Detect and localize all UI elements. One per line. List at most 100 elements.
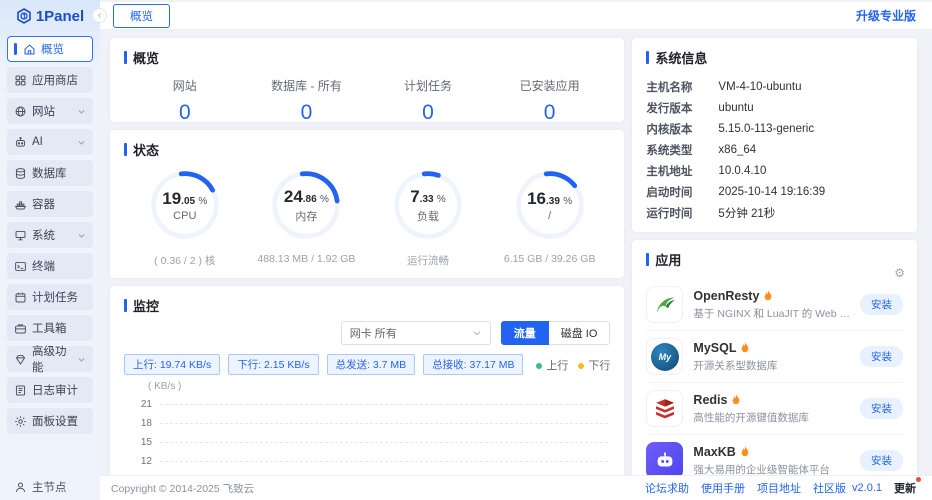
stat-value[interactable]: 0 — [367, 101, 489, 125]
stat-label: 计划任务 — [367, 77, 489, 94]
install-button[interactable]: 安装 — [860, 450, 903, 471]
system-info-title: 系统信息 — [646, 48, 903, 67]
footer: Copyright © 2014-2025 飞致云 论坛求助 使用手册 项目地址… — [100, 475, 932, 500]
gauge-sub: 488.13 MB / 1.92 GB — [257, 253, 355, 265]
gauge-sub: 6.15 GB / 39.26 GB — [504, 253, 596, 265]
status-card: 状态 19.05 % CPU ( 0.36 / 2 ) 核 — [110, 130, 624, 278]
gem-icon — [14, 353, 27, 366]
legend-up[interactable]: 上行 — [536, 357, 568, 373]
sysinfo-row-host-address: 主机地址10.0.4.10 — [646, 160, 903, 181]
update-notification-dot — [916, 477, 921, 482]
app-row-mysql[interactable]: My MySQL 开源关系型数据库 安装 — [646, 331, 903, 383]
stat-value[interactable]: 0 — [124, 101, 246, 125]
stat-label: 数据库 - 所有 — [246, 77, 368, 94]
status-title: 状态 — [124, 140, 610, 159]
sysinfo-row-boot-time: 启动时间2025-10-14 19:16:39 — [646, 181, 903, 202]
sysinfo-row-hostname: 主机名称VM-4-10-ubuntu — [646, 76, 903, 97]
sidebar-item-label: 系统 — [32, 227, 55, 243]
sidebar: 1Panel 概览 应用商店 网站 AI 数据库 — [0, 0, 100, 500]
terminal-icon — [14, 260, 27, 273]
traffic-chart: ( KB/s ) 21 18 15 12 9 — [124, 383, 610, 475]
openresty-icon — [646, 286, 683, 323]
forum-help-link[interactable]: 论坛求助 — [645, 480, 689, 496]
calendar-icon — [14, 291, 27, 304]
hot-flame-icon — [740, 342, 750, 354]
overview-card: 概览 网站 0 数据库 - 所有 0 计划任务 0 已安装应 — [110, 38, 624, 122]
ai-icon — [14, 136, 27, 149]
legend-down[interactable]: 下行 — [578, 357, 610, 373]
gear-icon — [14, 415, 27, 428]
app-row-openresty[interactable]: OpenResty 基于 NGINX 和 LuaJIT 的 Web 平台 安装 — [646, 279, 903, 331]
user-icon — [14, 481, 27, 494]
toolbox-icon — [14, 322, 27, 335]
master-node-button[interactable]: 主节点 — [0, 474, 100, 500]
sidebar-item-appstore[interactable]: 应用商店 — [7, 67, 93, 93]
sidebar-item-container[interactable]: 容器 — [7, 191, 93, 217]
sidebar-item-label: 面板设置 — [32, 413, 78, 429]
sidebar-item-label: 高级功能 — [32, 343, 72, 375]
chevron-down-icon — [472, 328, 482, 338]
stat-value[interactable]: 0 — [246, 101, 368, 125]
app-row-redis[interactable]: Redis 高性能的开源键值数据库 安装 — [646, 383, 903, 435]
total-received-tag: 总接收: 37.17 MB — [423, 354, 523, 375]
nic-select-value: 网卡 所有 — [350, 325, 397, 341]
total-sent-tag: 总发送: 3.7 MB — [327, 354, 416, 375]
apps-settings-gear-icon[interactable]: ⚙ — [894, 266, 905, 280]
sidebar-item-cronjob[interactable]: 计划任务 — [7, 284, 93, 310]
disk-io-tab-button[interactable]: 磁盘 IO — [549, 321, 611, 345]
sidebar-item-label: 概览 — [41, 41, 64, 57]
sidebar-item-label: 应用商店 — [32, 72, 78, 88]
apps-title: 应用 — [646, 250, 903, 269]
system-info-card: 系统信息 主机名称VM-4-10-ubuntu 发行版本ubuntu 内核版本5… — [632, 38, 917, 232]
sidebar-item-system[interactable]: 系统 — [7, 222, 93, 248]
brand-logo[interactable]: 1Panel — [0, 0, 100, 32]
stat-label: 已安装应用 — [489, 77, 611, 94]
stat-value[interactable]: 0 — [489, 101, 611, 125]
sidebar-item-label: 容器 — [32, 196, 55, 212]
mysql-icon: My — [646, 338, 683, 375]
sidebar-item-terminal[interactable]: 终端 — [7, 253, 93, 279]
install-button[interactable]: 安装 — [860, 346, 903, 367]
overview-stats: 网站 0 数据库 - 所有 0 计划任务 0 已安装应用 0 — [124, 77, 610, 125]
upgrade-pro-link[interactable]: 升级专业版 — [856, 7, 916, 24]
maxkb-icon — [646, 442, 683, 475]
sysinfo-row-kernel: 内核版本5.15.0-113-generic — [646, 118, 903, 139]
sidebar-item-advanced[interactable]: 高级功能 — [7, 346, 93, 372]
user-manual-link[interactable]: 使用手册 — [701, 480, 745, 496]
sidebar-item-settings[interactable]: 面板设置 — [7, 408, 93, 434]
sidebar-item-website[interactable]: 网站 — [7, 98, 93, 124]
database-icon — [14, 167, 27, 180]
update-link[interactable]: 更新 — [894, 483, 916, 495]
sidebar-item-ai[interactable]: AI — [7, 129, 93, 155]
stat-databases: 数据库 - 所有 0 — [246, 77, 368, 125]
gauge-load: 7.33 % 负载 运行流畅 — [367, 167, 489, 268]
version-label: v2.0.1 — [852, 482, 882, 494]
traffic-tab-button[interactable]: 流量 — [501, 321, 549, 345]
sidebar-item-label: 网站 — [32, 103, 55, 119]
gauge-memory: 24.86 % 内存 488.13 MB / 1.92 GB — [246, 167, 368, 268]
app-row-maxkb[interactable]: MaxKB 强大易用的企业级智能体平台 安装 — [646, 435, 903, 475]
sidebar-menu: 概览 应用商店 网站 AI 数据库 容器 — [0, 32, 100, 434]
hot-flame-icon — [740, 446, 750, 458]
chevron-down-icon — [77, 107, 86, 116]
sidebar-item-overview[interactable]: 概览 — [7, 36, 93, 62]
project-repo-link[interactable]: 项目地址 — [757, 480, 801, 496]
downlink-tag: 下行: 2.15 KB/s — [228, 354, 318, 375]
tab-overview[interactable]: 概览 — [113, 4, 170, 28]
community-edition-link[interactable]: 社区版 — [813, 480, 846, 496]
sidebar-collapse-button[interactable]: ‹ — [92, 8, 107, 23]
container-ship-icon — [14, 198, 27, 211]
install-button[interactable]: 安装 — [860, 294, 903, 315]
uplink-tag: 上行: 19.74 KB/s — [124, 354, 220, 375]
stat-websites: 网站 0 — [124, 77, 246, 125]
install-button[interactable]: 安装 — [860, 398, 903, 419]
nic-select[interactable]: 网卡 所有 — [341, 321, 491, 345]
gauge-sub: ( 0.36 / 2 ) 核 — [154, 253, 215, 268]
sysinfo-row-arch: 系统类型x86_64 — [646, 139, 903, 160]
sidebar-item-label: 终端 — [32, 258, 55, 274]
sidebar-item-database[interactable]: 数据库 — [7, 160, 93, 186]
appstore-icon — [14, 74, 27, 87]
sidebar-item-toolbox[interactable]: 工具箱 — [7, 315, 93, 341]
sidebar-item-logs[interactable]: 日志审计 — [7, 377, 93, 403]
copyright-text: Copyright © 2014-2025 飞致云 — [111, 481, 254, 496]
